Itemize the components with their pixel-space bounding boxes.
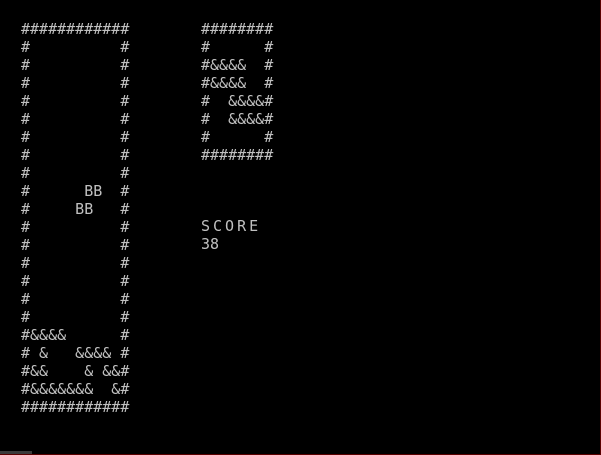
board-row: # #	[21, 218, 130, 236]
preview-row: ########	[201, 146, 274, 164]
board-row: # #	[21, 290, 130, 308]
board-row: ############	[21, 20, 130, 38]
preview-row: # &&&&#	[201, 110, 274, 128]
preview-row: ########	[201, 20, 274, 38]
preview-row: #&&&& #	[201, 74, 274, 92]
score-label: SCORE	[201, 217, 262, 235]
board-row: # #	[21, 272, 130, 290]
console-window: ############ # # # # # # # # # # # # # # # # # BB…	[0, 0, 601, 455]
board-row: # #	[21, 146, 130, 164]
board-row: # #	[21, 74, 130, 92]
board-row: ############	[21, 398, 130, 416]
preview-row: # #	[201, 128, 274, 146]
game-board: ############ # # # # # # # # # # # # # # # # # BB…	[21, 20, 129, 416]
board-row: # #	[21, 308, 130, 326]
board-row: #&&&&&&& &#	[21, 380, 130, 398]
score-value: 38	[201, 235, 220, 253]
board-row: # #	[21, 110, 130, 128]
preview-row: # &&&&#	[201, 92, 274, 110]
board-row: # & &&&& #	[21, 344, 130, 362]
board-row: # #	[21, 92, 130, 110]
preview-row: # #	[201, 38, 274, 56]
board-row: # #	[21, 128, 130, 146]
board-row: # #	[21, 236, 130, 254]
window-corner-mark	[0, 451, 32, 454]
board-row: #&&&& #	[21, 326, 130, 344]
board-row: # BB #	[21, 200, 130, 218]
board-row: # #	[21, 38, 130, 56]
board-row: # #	[21, 164, 130, 182]
preview-row: #&&&& #	[201, 56, 274, 74]
board-row: # BB #	[21, 182, 130, 200]
next-piece-preview: ######## # # #&&&& # #&&&& # # &&&&# # &&&&# #…	[201, 20, 273, 164]
board-row: #&& & &&#	[21, 362, 130, 380]
board-row: # #	[21, 254, 130, 272]
board-row: # #	[21, 56, 130, 74]
